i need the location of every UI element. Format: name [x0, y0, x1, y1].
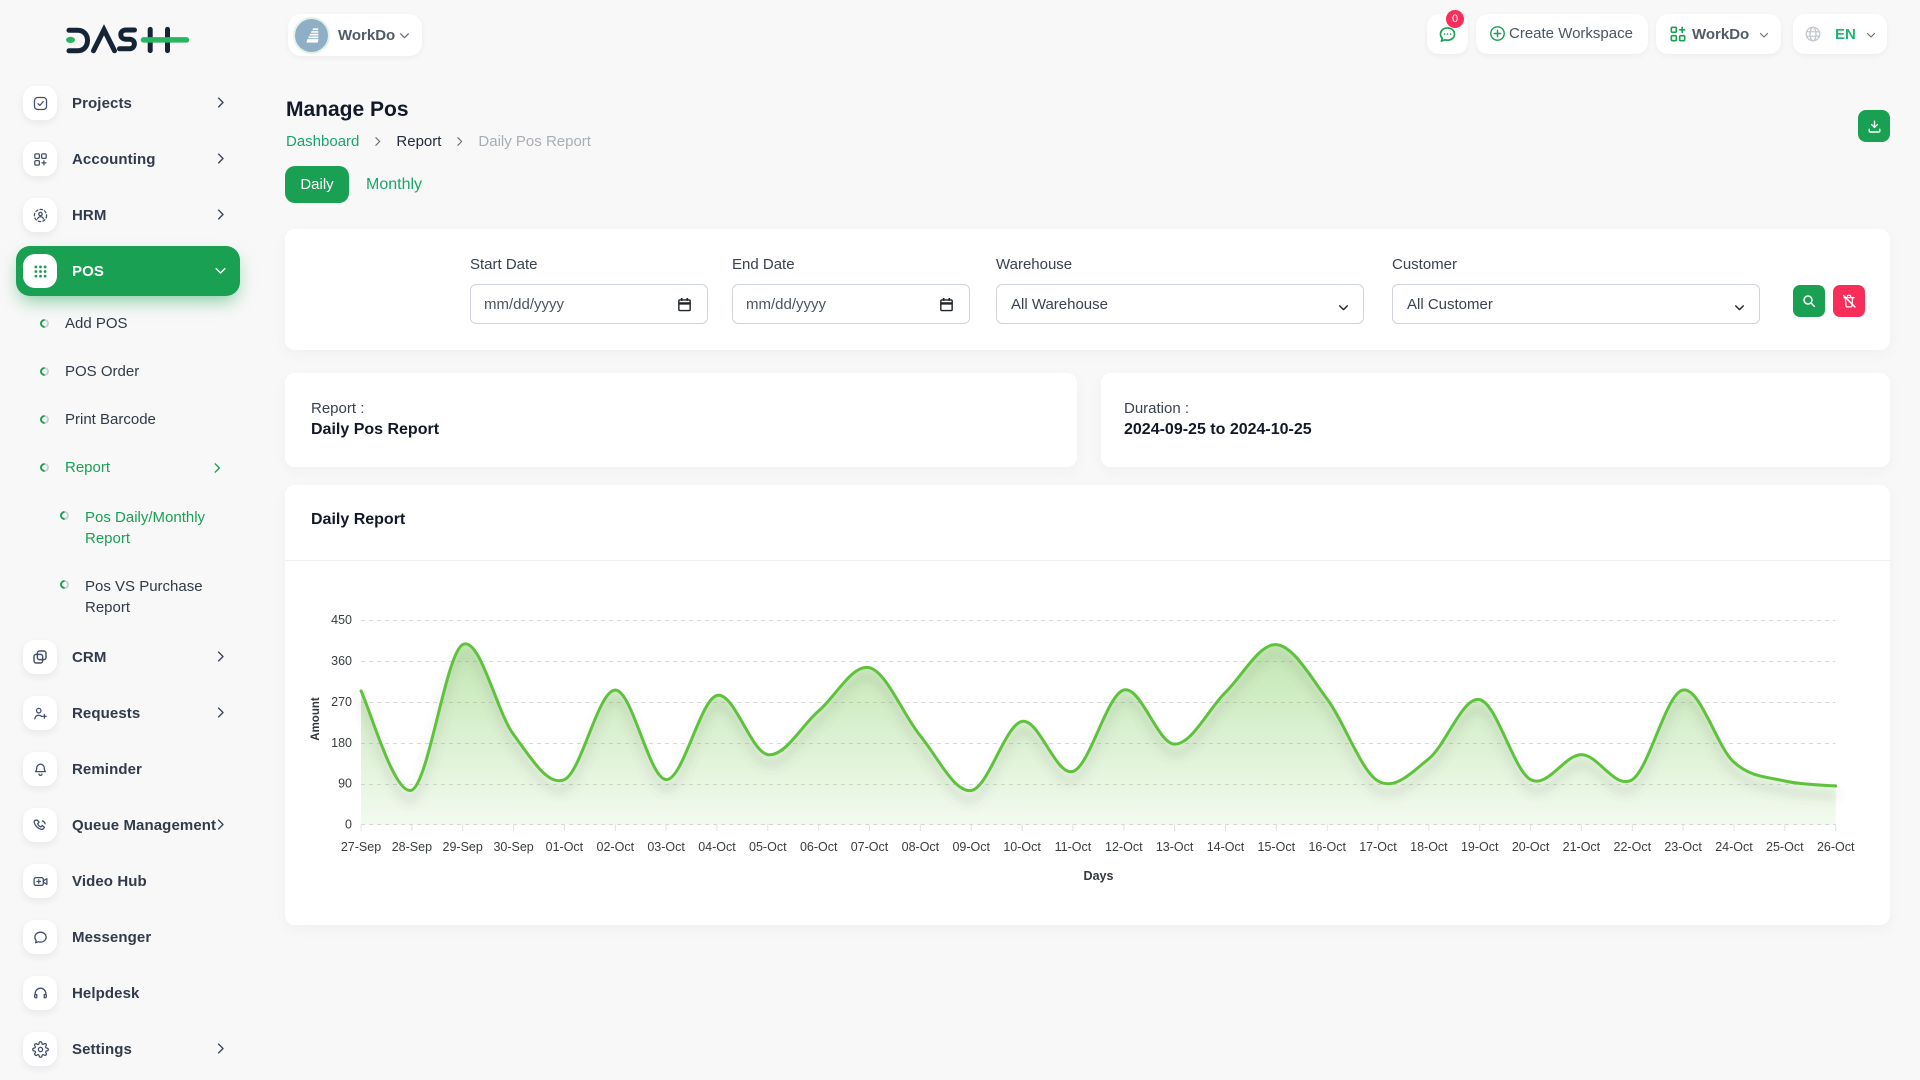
svg-text:270: 270	[331, 695, 352, 709]
svg-text:Amount: Amount	[310, 697, 322, 741]
svg-text:05-Oct: 05-Oct	[749, 840, 787, 854]
svg-text:02-Oct: 02-Oct	[597, 840, 635, 854]
svg-text:24-Oct: 24-Oct	[1715, 840, 1753, 854]
svg-text:04-Oct: 04-Oct	[698, 840, 736, 854]
svg-text:180: 180	[331, 736, 352, 750]
svg-text:28-Sep: 28-Sep	[392, 840, 432, 854]
svg-text:18-Oct: 18-Oct	[1410, 840, 1448, 854]
svg-text:22-Oct: 22-Oct	[1614, 840, 1652, 854]
svg-text:21-Oct: 21-Oct	[1563, 840, 1601, 854]
svg-text:10-Oct: 10-Oct	[1003, 840, 1041, 854]
svg-text:450: 450	[331, 613, 352, 627]
svg-text:01-Oct: 01-Oct	[546, 840, 584, 854]
svg-text:360: 360	[331, 654, 352, 668]
svg-text:13-Oct: 13-Oct	[1156, 840, 1194, 854]
svg-text:15-Oct: 15-Oct	[1258, 840, 1296, 854]
svg-text:23-Oct: 23-Oct	[1664, 840, 1702, 854]
svg-text:Days: Days	[1084, 869, 1114, 883]
svg-text:08-Oct: 08-Oct	[902, 840, 940, 854]
svg-text:29-Sep: 29-Sep	[443, 840, 483, 854]
svg-text:19-Oct: 19-Oct	[1461, 840, 1499, 854]
svg-text:17-Oct: 17-Oct	[1359, 840, 1397, 854]
svg-text:27-Sep: 27-Sep	[341, 840, 381, 854]
svg-text:03-Oct: 03-Oct	[647, 840, 685, 854]
svg-text:06-Oct: 06-Oct	[800, 840, 838, 854]
svg-text:07-Oct: 07-Oct	[851, 840, 889, 854]
svg-text:20-Oct: 20-Oct	[1512, 840, 1550, 854]
svg-text:09-Oct: 09-Oct	[952, 840, 990, 854]
svg-text:16-Oct: 16-Oct	[1308, 840, 1346, 854]
svg-text:26-Oct: 26-Oct	[1817, 840, 1855, 854]
svg-text:30-Sep: 30-Sep	[493, 840, 533, 854]
svg-text:14-Oct: 14-Oct	[1207, 840, 1245, 854]
svg-text:25-Oct: 25-Oct	[1766, 840, 1804, 854]
svg-text:11-Oct: 11-Oct	[1055, 840, 1092, 854]
svg-text:12-Oct: 12-Oct	[1105, 840, 1143, 854]
svg-text:90: 90	[338, 777, 352, 791]
svg-text:0: 0	[345, 818, 352, 832]
